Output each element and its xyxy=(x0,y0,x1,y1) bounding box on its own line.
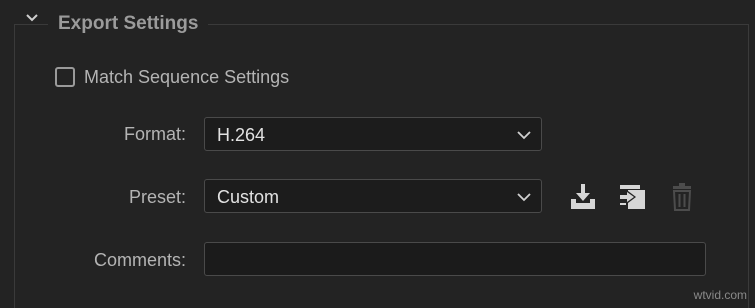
format-dropdown[interactable]: H.264 xyxy=(204,117,542,151)
chevron-down-icon[interactable] xyxy=(24,10,40,26)
preset-label: Preset: xyxy=(128,187,186,207)
comments-label: Comments: xyxy=(93,250,186,270)
comments-input[interactable] xyxy=(204,242,706,276)
chevron-down-icon xyxy=(517,190,531,202)
save-preset-icon[interactable] xyxy=(568,182,598,212)
preset-value: Custom xyxy=(217,187,280,207)
format-value: H.264 xyxy=(217,125,266,145)
section-title[interactable]: Export Settings xyxy=(48,12,209,36)
chevron-down-icon xyxy=(517,128,531,140)
import-preset-icon[interactable] xyxy=(617,182,647,212)
preset-dropdown[interactable]: Custom xyxy=(204,179,542,213)
format-label: Format: xyxy=(123,124,186,144)
watermark-text: wtvid.com xyxy=(693,288,747,302)
match-sequence-checkbox[interactable] xyxy=(55,67,75,87)
trash-icon[interactable] xyxy=(667,182,697,212)
section-header: Export Settings xyxy=(0,0,755,48)
match-sequence-checkbox-row[interactable]: Match Sequence Settings xyxy=(55,64,289,90)
export-settings-panel: Export Settings Match Sequence Settings … xyxy=(0,0,755,308)
match-sequence-label: Match Sequence Settings xyxy=(84,66,290,87)
